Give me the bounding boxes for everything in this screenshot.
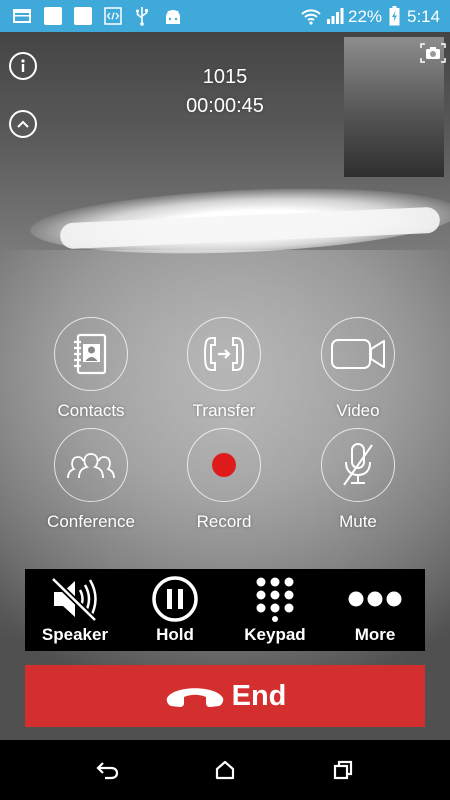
battery-percent: 22% <box>348 7 383 26</box>
video-circle <box>321 317 395 391</box>
square-icon <box>44 7 62 25</box>
switch-camera-button[interactable] <box>419 42 447 64</box>
wifi-icon <box>300 7 322 25</box>
conference-circle <box>54 428 128 502</box>
speaker-off-icon <box>50 576 98 622</box>
contacts-book-icon <box>74 333 107 375</box>
code-icon <box>104 7 122 25</box>
mute-circle <box>321 428 395 502</box>
video-label: Video <box>336 401 380 420</box>
mute-label: Mute <box>339 512 377 531</box>
recents-icon <box>333 760 353 780</box>
speaker-button[interactable]: Speaker <box>25 569 125 651</box>
record-label: Record <box>196 512 252 531</box>
screen-icon <box>12 7 32 25</box>
chevron-up-icon <box>17 120 29 128</box>
status-bar: 22% 5:14 <box>0 0 450 32</box>
android-icon <box>164 7 182 25</box>
usb-icon <box>135 7 149 26</box>
end-label: End <box>231 679 287 712</box>
dialpad-icon <box>256 577 294 622</box>
hangup-icon <box>166 688 223 707</box>
hold-label: Hold <box>156 625 194 644</box>
more-button[interactable]: More <box>325 569 425 651</box>
record-dot-icon <box>212 453 236 477</box>
mic-off-icon <box>343 443 373 486</box>
more-label: More <box>354 625 396 644</box>
battery-charging-icon <box>389 6 400 26</box>
pause-icon <box>152 576 198 622</box>
home-button[interactable] <box>210 757 240 783</box>
conference-action[interactable]: Conference <box>31 428 151 532</box>
call-control-bar: Speaker Hold Keypad More <box>25 569 425 651</box>
transfer-label: Transfer <box>192 401 256 420</box>
more-dots-icon <box>348 591 402 607</box>
clock: 5:14 <box>407 7 441 26</box>
contacts-label: Contacts <box>57 401 125 420</box>
transfer-circle <box>187 317 261 391</box>
end-call-button[interactable]: End <box>25 665 425 727</box>
hold-button[interactable]: Hold <box>125 569 225 651</box>
contacts-action[interactable]: Contacts <box>31 317 151 421</box>
back-icon <box>96 762 119 780</box>
video-camera-icon <box>331 339 385 369</box>
phone-transfer-icon <box>203 337 245 371</box>
switch-camera-icon <box>420 43 446 63</box>
transfer-action[interactable]: Transfer <box>164 317 284 421</box>
home-icon <box>215 760 235 780</box>
conference-label: Conference <box>47 512 135 531</box>
mute-action[interactable]: Mute <box>298 428 418 532</box>
keypad-label: Keypad <box>244 625 306 644</box>
contacts-circle <box>54 317 128 391</box>
speaker-label: Speaker <box>41 625 109 644</box>
keypad-button[interactable]: Keypad <box>225 569 325 651</box>
recents-button[interactable] <box>328 757 358 783</box>
record-action[interactable]: Record <box>164 428 284 532</box>
record-circle <box>187 428 261 502</box>
video-action[interactable]: Video <box>298 317 418 421</box>
signal-icon <box>326 7 344 25</box>
square-icon <box>74 7 92 25</box>
system-nav-bar <box>0 740 450 800</box>
people-icon <box>67 453 115 479</box>
back-button[interactable] <box>93 757 123 783</box>
